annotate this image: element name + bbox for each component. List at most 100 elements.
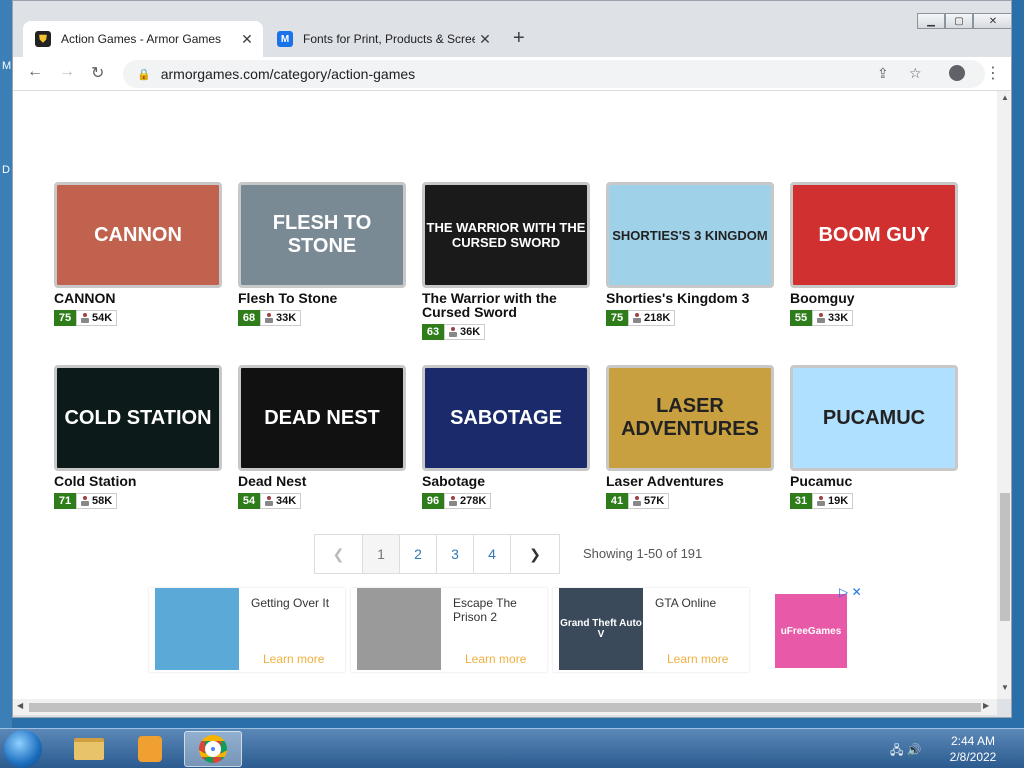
scrollbar-thumb[interactable] [29,703,981,712]
rating-badge: 55 [790,310,812,326]
profile-avatar-icon[interactable] [949,65,965,81]
game-thumbnail-art: THE WARRIOR WITH THE CURSED SWORD [425,185,587,285]
results-count: Showing 1-50 of 191 [583,546,703,561]
tab-fonts[interactable]: M Fonts for Print, Products & Scree ✕ [265,21,501,57]
game-card[interactable]: FLESH TO STONE Flesh To Stone 68 33K [238,182,408,326]
game-thumbnail[interactable]: LASER ADVENTURES [606,365,774,471]
game-card[interactable]: SABOTAGE Sabotage 96 278K [422,365,592,509]
menu-kebab-icon[interactable]: ⋮ [985,63,1001,83]
game-title[interactable]: Dead Nest [238,474,408,488]
game-card[interactable]: PUCAMUC Pucamuc 31 19K [790,365,960,509]
joystick-icon [449,496,457,506]
game-card[interactable]: SHORTIES'S 3 KINGDOM Shorties's Kingdom 3… [606,182,776,326]
game-thumbnail[interactable]: SHORTIES'S 3 KINGDOM [606,182,774,288]
close-tab-icon[interactable]: ✕ [237,31,257,48]
ad-learn-more[interactable]: Learn more [465,652,526,666]
close-window-icon[interactable]: ✕ [973,13,1011,29]
game-thumbnail[interactable]: FLESH TO STONE [238,182,406,288]
game-title[interactable]: Flesh To Stone [238,291,408,305]
back-arrow-icon[interactable]: ← [27,63,43,81]
ad-image: uFreeGames [775,594,847,668]
game-thumbnail[interactable]: BOOM GUY [790,182,958,288]
scroll-right-icon[interactable]: ▶ [983,701,989,710]
game-title[interactable]: Pucamuc [790,474,960,488]
url-text: armorgames.com/category/action-games [160,66,416,82]
game-title[interactable]: The Warrior with the Cursed Sword [422,291,572,319]
game-thumbnail[interactable]: THE WARRIOR WITH THE CURSED SWORD [422,182,590,288]
game-stats: 68 33K [238,310,408,326]
game-card[interactable]: CANNON CANNON 75 54K [54,182,224,326]
ad-card[interactable]: uFreeGames [755,588,855,672]
file-explorer-icon[interactable] [60,731,118,767]
scroll-left-icon[interactable]: ◀ [17,701,23,710]
game-card[interactable]: THE WARRIOR WITH THE CURSED SWORD The War… [422,182,592,340]
page-link-2[interactable]: 2 [400,535,437,573]
media-player-icon[interactable] [121,731,179,767]
chrome-taskbar-icon[interactable] [184,731,242,767]
close-tab-icon[interactable]: ✕ [475,31,495,48]
plays-count: 54K [76,310,118,326]
browser-toolbar: ← → ↻ 🔒 armorgames.com/category/action-g… [13,57,1011,91]
forward-arrow-icon[interactable]: → [59,63,75,81]
page-link-4[interactable]: 4 [474,535,511,573]
clock[interactable]: 2:44 AM 2/8/2022 [940,733,1006,765]
page-link-1[interactable]: 1 [363,535,400,573]
game-card[interactable]: LASER ADVENTURES Laser Adventures 41 57K [606,365,776,509]
ad-title: Getting Over It [251,596,330,610]
plays-value: 54K [92,312,113,324]
ad-learn-more[interactable]: Learn more [667,652,728,666]
tab-strip: ⛊ Action Games - Armor Games ✕ M Fonts f… [13,1,1011,57]
game-title[interactable]: Cold Station [54,474,224,488]
game-card[interactable]: COLD STATION Cold Station 71 58K [54,365,224,509]
minimize-icon[interactable]: ▁ [917,13,945,29]
tab-action-games[interactable]: ⛊ Action Games - Armor Games ✕ [23,21,263,57]
reload-icon[interactable]: ↻ [91,63,104,83]
game-title[interactable]: Sabotage [422,474,592,488]
ad-learn-more[interactable]: Learn more [263,652,324,666]
scrollbar-thumb[interactable] [1000,493,1010,621]
game-card[interactable]: BOOM GUY Boomguy 55 33K [790,182,960,326]
vertical-scrollbar[interactable]: ▲ ▼ [997,91,1011,699]
plays-count: 58K [76,493,118,509]
game-stats: 75 218K [606,310,776,326]
scroll-up-icon[interactable]: ▲ [1001,93,1009,102]
game-thumbnail[interactable]: DEAD NEST [238,365,406,471]
tray-icons[interactable]: 🖧 🔊 [890,741,922,762]
ad-choices-icon[interactable]: ▷ ✕ [839,585,862,599]
page-content: Rum & Gun DEMO8066KIdle Arzath Revenge68… [13,91,997,699]
page-link-3[interactable]: 3 [437,535,474,573]
game-stats: 31 19K [790,493,960,509]
game-title[interactable]: Laser Adventures [606,474,776,488]
bookmark-star-icon[interactable]: ☆ [909,65,922,82]
ad-card[interactable]: Grand Theft Auto V GTA Online Learn more [553,588,749,672]
game-thumbnail[interactable]: CANNON [54,182,222,288]
ad-card[interactable]: Getting Over It Learn more [149,588,345,672]
game-thumbnail[interactable]: COLD STATION [54,365,222,471]
maximize-icon[interactable]: ▢ [945,13,973,29]
new-tab-plus-icon[interactable]: + [513,27,525,50]
game-title[interactable]: Boomguy [790,291,960,305]
game-title[interactable]: CANNON [54,291,224,305]
horizontal-scrollbar[interactable]: ◀ ▶ [13,699,997,715]
game-thumbnail[interactable]: PUCAMUC [790,365,958,471]
plays-value: 57K [644,495,665,507]
start-button-icon[interactable] [4,730,42,768]
desktop-icon-label: D [2,164,10,176]
share-icon[interactable]: ⇪ [877,65,889,82]
next-page-chevron-icon[interactable]: ❯ [511,535,559,573]
game-stats: 54 34K [238,493,408,509]
address-bar[interactable]: 🔒 armorgames.com/category/action-games ⇪… [123,60,985,88]
armor-games-shield-icon: ⛊ [35,31,51,47]
game-title[interactable]: Shorties's Kingdom 3 [606,291,776,305]
plays-value: 36K [460,326,481,338]
ad-image: Grand Theft Auto V [559,588,643,670]
rating-badge: 31 [790,493,812,509]
plays-count: 33K [260,310,302,326]
scroll-down-icon[interactable]: ▼ [1001,683,1009,692]
clock-date: 2/8/2022 [949,750,997,764]
game-thumbnail[interactable]: SABOTAGE [422,365,590,471]
ad-card[interactable]: Escape The Prison 2 Learn more [351,588,547,672]
game-card[interactable]: DEAD NEST Dead Nest 54 34K [238,365,408,509]
ad-image [155,588,239,670]
prev-page-chevron-icon[interactable]: ❮ [315,535,363,573]
